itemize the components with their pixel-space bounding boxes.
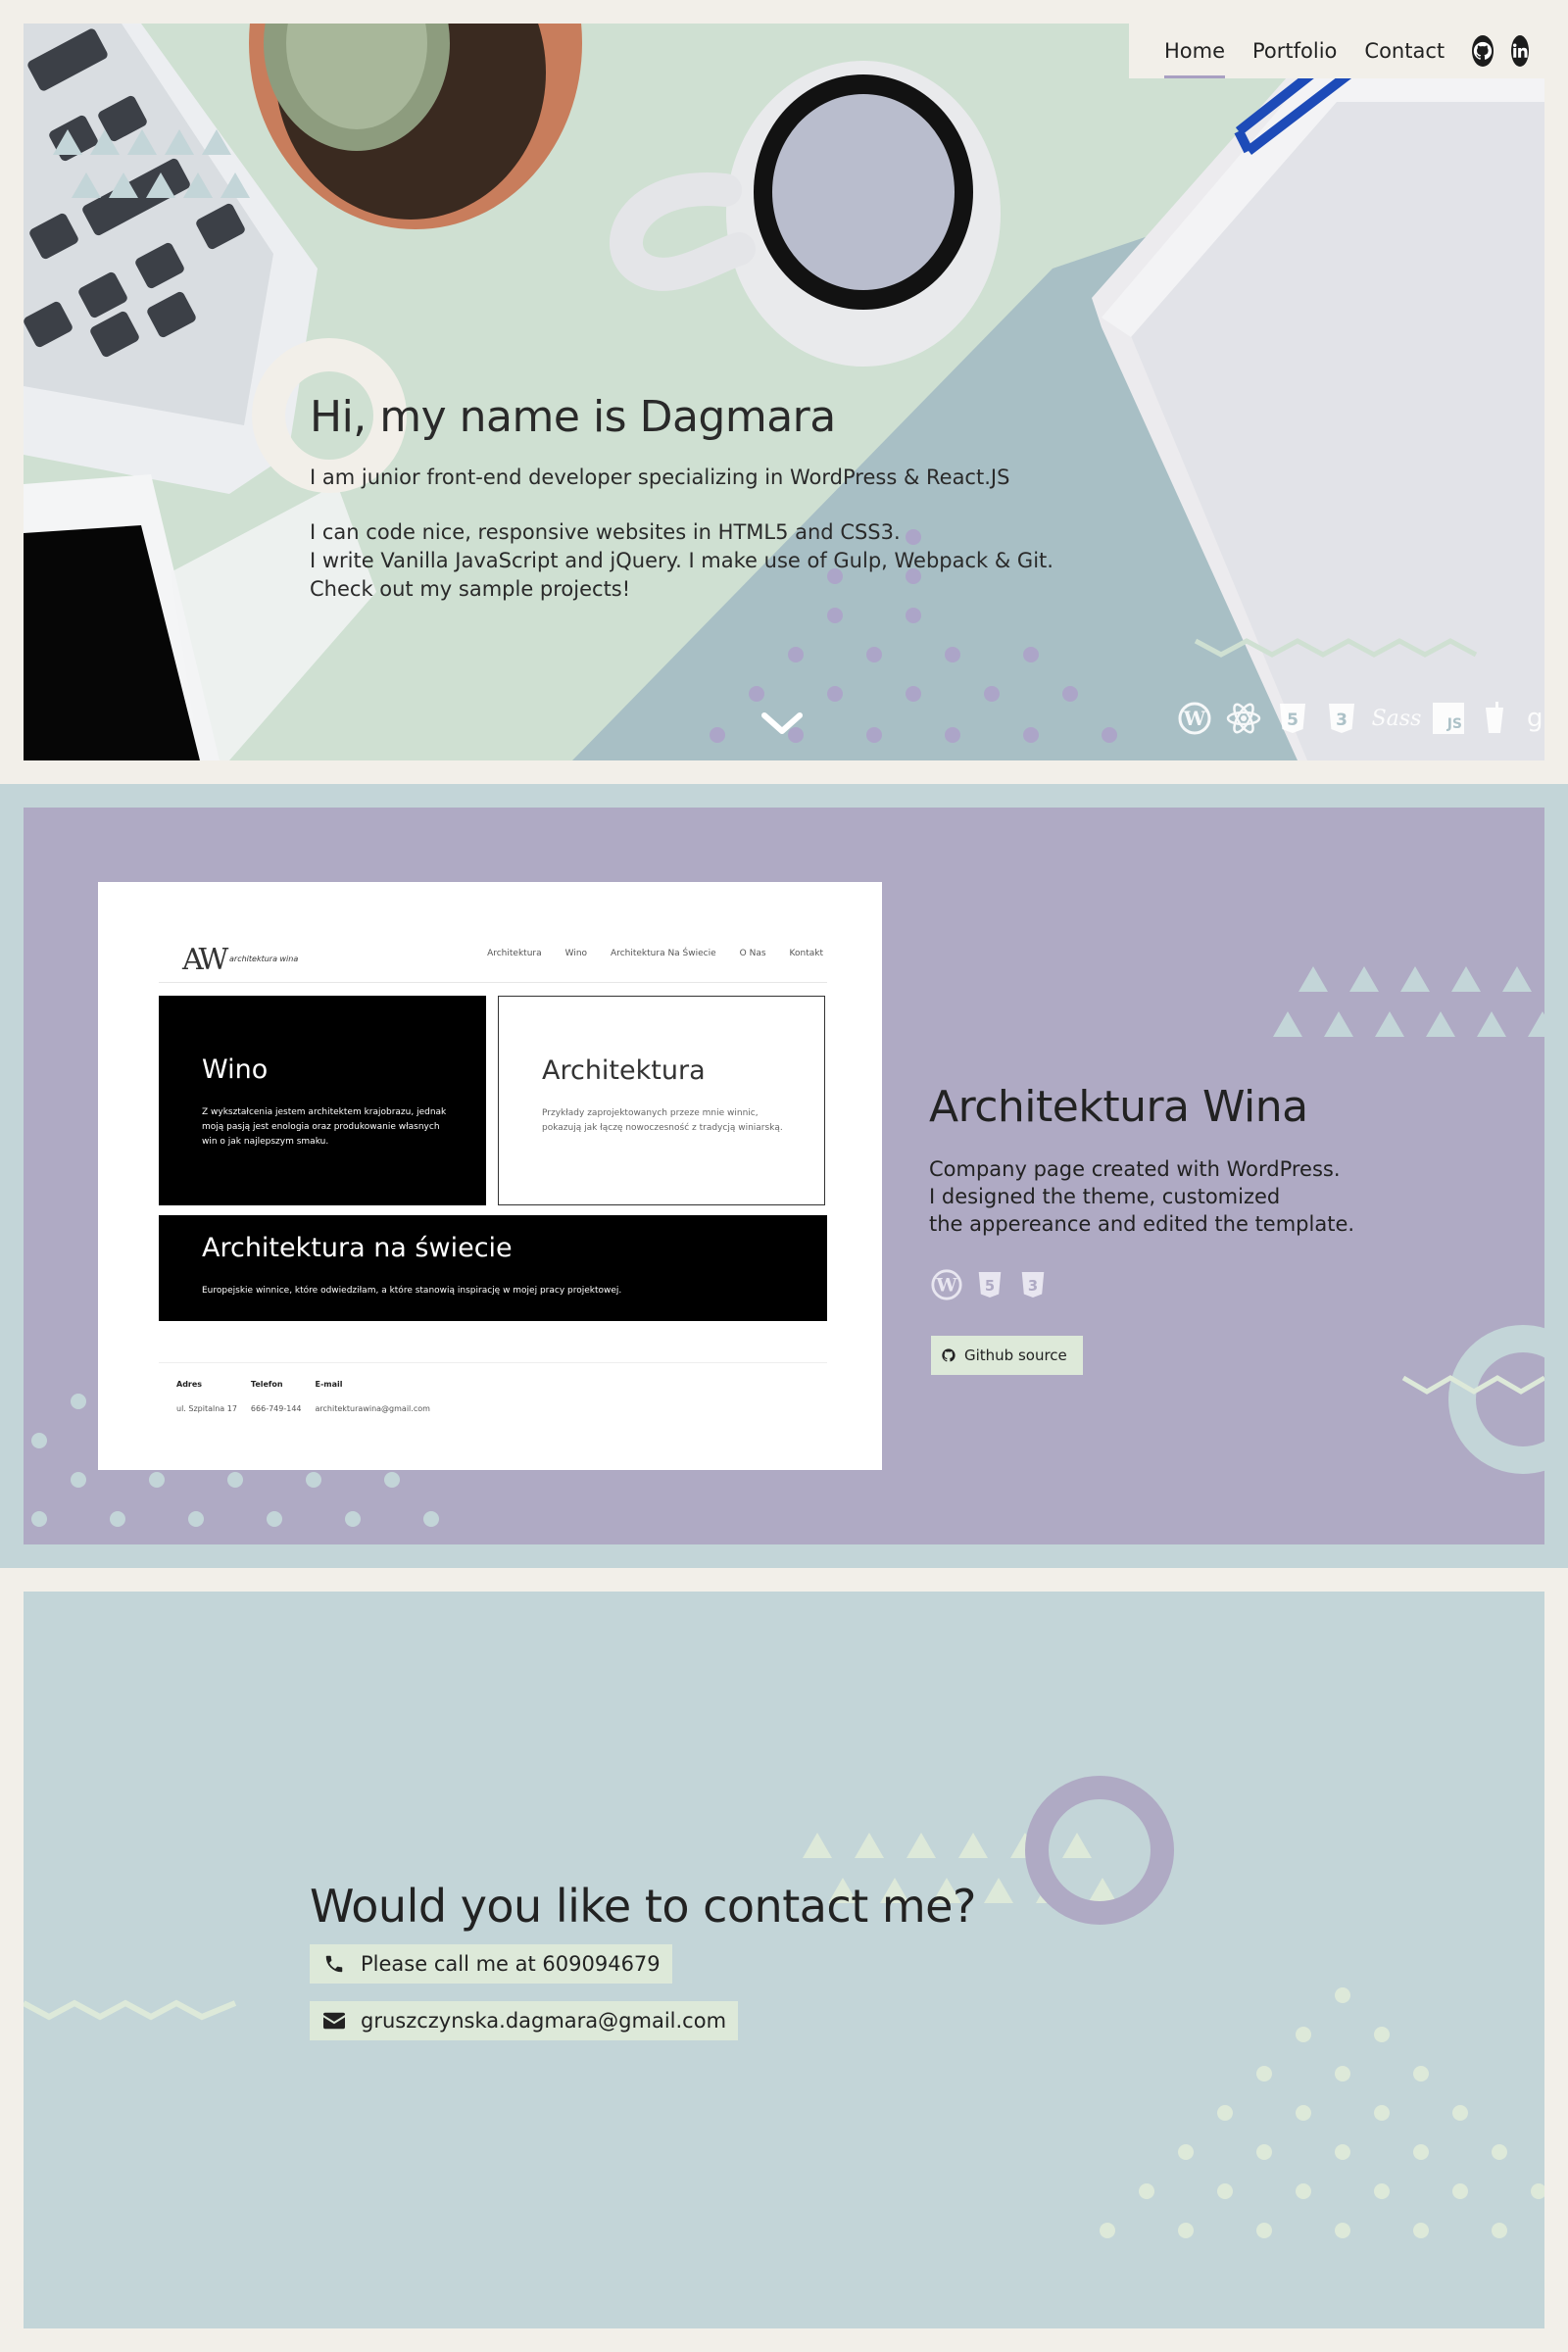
footer-value: 666-749-144 [250,1404,302,1413]
git-icon: git [1527,704,1544,733]
screenshot-nav: Architektura Wino Architektura Na Świeci… [487,949,823,958]
html5-icon: 5 [1274,700,1311,737]
footer-label: E-mail [315,1380,343,1389]
sass-icon: Sass [1371,706,1422,731]
phone-text: Please call me at 609094679 [361,1952,661,1976]
wordpress-icon: W [929,1267,964,1302]
project-description: Company page created with WordPress. [929,1157,1341,1181]
tile-text: Przykłady zaprojektowanych przeze mnie w… [542,1108,783,1133]
project-description: the appereance and edited the template. [929,1212,1355,1236]
gulp-icon [1476,700,1513,737]
html5-icon: 5 [972,1267,1007,1302]
tile-title: Architektura [542,1055,706,1086]
project-info: Architektura Wina Company page created w… [929,1082,1478,1375]
project-tech-icons: W 5 3 [929,1267,1478,1302]
scroll-down-chevron-icon[interactable] [760,710,804,737]
css3-icon: 3 [1015,1267,1051,1302]
linkedin-icon[interactable] [1511,35,1530,67]
hero-intro: Hi, my name is Dagmara I am junior front… [310,392,1113,604]
project-description: I designed the theme, customized [929,1185,1281,1208]
tile-title: Wino [202,1054,269,1085]
github-icon[interactable] [1472,35,1494,67]
hero-section: Home Portfolio Contact Hi, my name is Da… [24,24,1544,760]
screenshot-nav-item: Architektura [487,949,542,958]
tile-text: Europejskie winnice, które odwiedziłam, … [202,1286,622,1296]
project-screenshot[interactable]: AW architektura wina Architektura Wino A… [98,882,882,1470]
hero-subtitle: I am junior front-end developer speciali… [310,466,1010,489]
js-icon: JS [1433,703,1464,734]
screenshot-tile-wino: Wino Z wykształcenia jestem architektem … [159,996,486,1205]
github-source-label: Github source [964,1347,1067,1364]
screenshot-nav-item: O Nas [739,949,766,958]
tile-text: Z wykształcenia jestem architektem krajo… [202,1107,447,1147]
nav-contact-link[interactable]: Contact [1364,24,1445,78]
contact-title: Would you like to contact me? [310,1880,976,1933]
footer-value: ul. Szpitalna 17 [176,1404,237,1413]
nav-portfolio-link[interactable]: Portfolio [1252,24,1337,78]
hero-skill-line: Check out my sample projects! [310,577,631,601]
hero-skill-line: I can code nice, responsive websites in … [310,520,901,544]
github-source-button[interactable]: Github source [931,1336,1083,1375]
screenshot-tile-swiat: Architektura na świecie Europejskie winn… [159,1215,827,1321]
email-text: gruszczynska.dagmara@gmail.com [361,2009,727,2033]
screenshot-logo: AW [182,943,228,977]
svg-text:5: 5 [985,1278,995,1295]
react-icon [1225,700,1262,737]
tech-icon-row: W 5 3 Sass JS git [1176,700,1544,737]
screenshot-nav-item: Architektura Na Świecie [611,949,716,958]
svg-text:3: 3 [1336,710,1348,730]
phone-icon [325,1955,343,1973]
tile-title: Architektura na świecie [202,1233,513,1263]
screenshot-nav-item: Wino [564,949,588,958]
portfolio-section: AW architektura wina Architektura Wino A… [24,808,1544,1544]
svg-text:W: W [1183,707,1206,730]
screenshot-footer: Adres ul. Szpitalna 17 Telefon 666-749-144… [176,1380,430,1413]
email-link[interactable]: gruszczynska.dagmara@gmail.com [310,2001,739,2040]
top-nav: Home Portfolio Contact [1129,24,1544,78]
footer-label: Telefon [250,1380,283,1389]
screenshot-logo-subtitle: architektura wina [229,955,299,963]
contact-section: Would you like to contact me? Please cal… [24,1592,1544,2328]
screenshot-tile-architektura: Architektura Przykłady zaprojektowanych … [498,996,825,1205]
contact-content: Would you like to contact me? Please cal… [310,1880,976,2058]
footer-label: Adres [176,1380,203,1389]
envelope-icon [323,2012,345,2030]
nav-home-link[interactable]: Home [1164,24,1226,78]
phone-link[interactable]: Please call me at 609094679 [310,1944,672,1984]
hero-title: Hi, my name is Dagmara [310,392,836,442]
project-title: Architektura Wina [929,1082,1308,1132]
css3-icon: 3 [1323,700,1360,737]
svg-text:3: 3 [1028,1278,1038,1295]
svg-text:5: 5 [1287,710,1298,730]
wordpress-icon: W [1176,700,1213,737]
svg-text:W: W [935,1275,957,1297]
footer-value: architekturawina@gmail.com [315,1404,430,1413]
github-icon [942,1348,956,1362]
screenshot-nav-item: Kontakt [789,949,823,958]
hero-skill-line: I write Vanilla JavaScript and jQuery. I… [310,549,1054,572]
